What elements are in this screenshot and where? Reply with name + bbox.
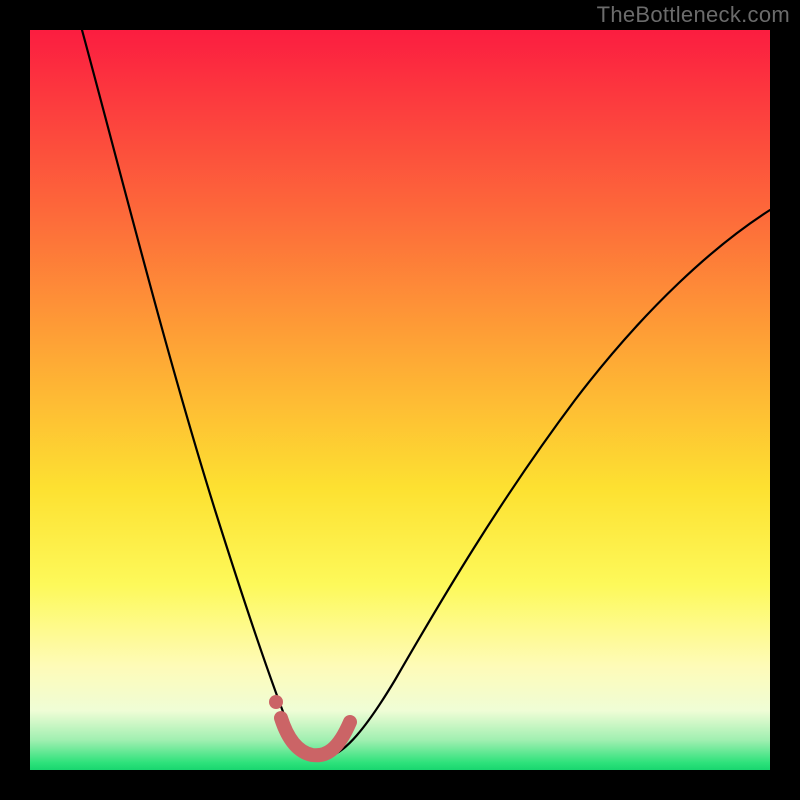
curve-left-branch <box>82 30 310 756</box>
curve-layer <box>30 30 770 770</box>
chart-frame: TheBottleneck.com <box>0 0 800 800</box>
watermark-text: TheBottleneck.com <box>597 2 790 28</box>
curve-right-branch <box>330 210 770 756</box>
highlight-dot <box>269 695 283 709</box>
plot-area <box>30 30 770 770</box>
highlight-trough <box>281 718 350 755</box>
